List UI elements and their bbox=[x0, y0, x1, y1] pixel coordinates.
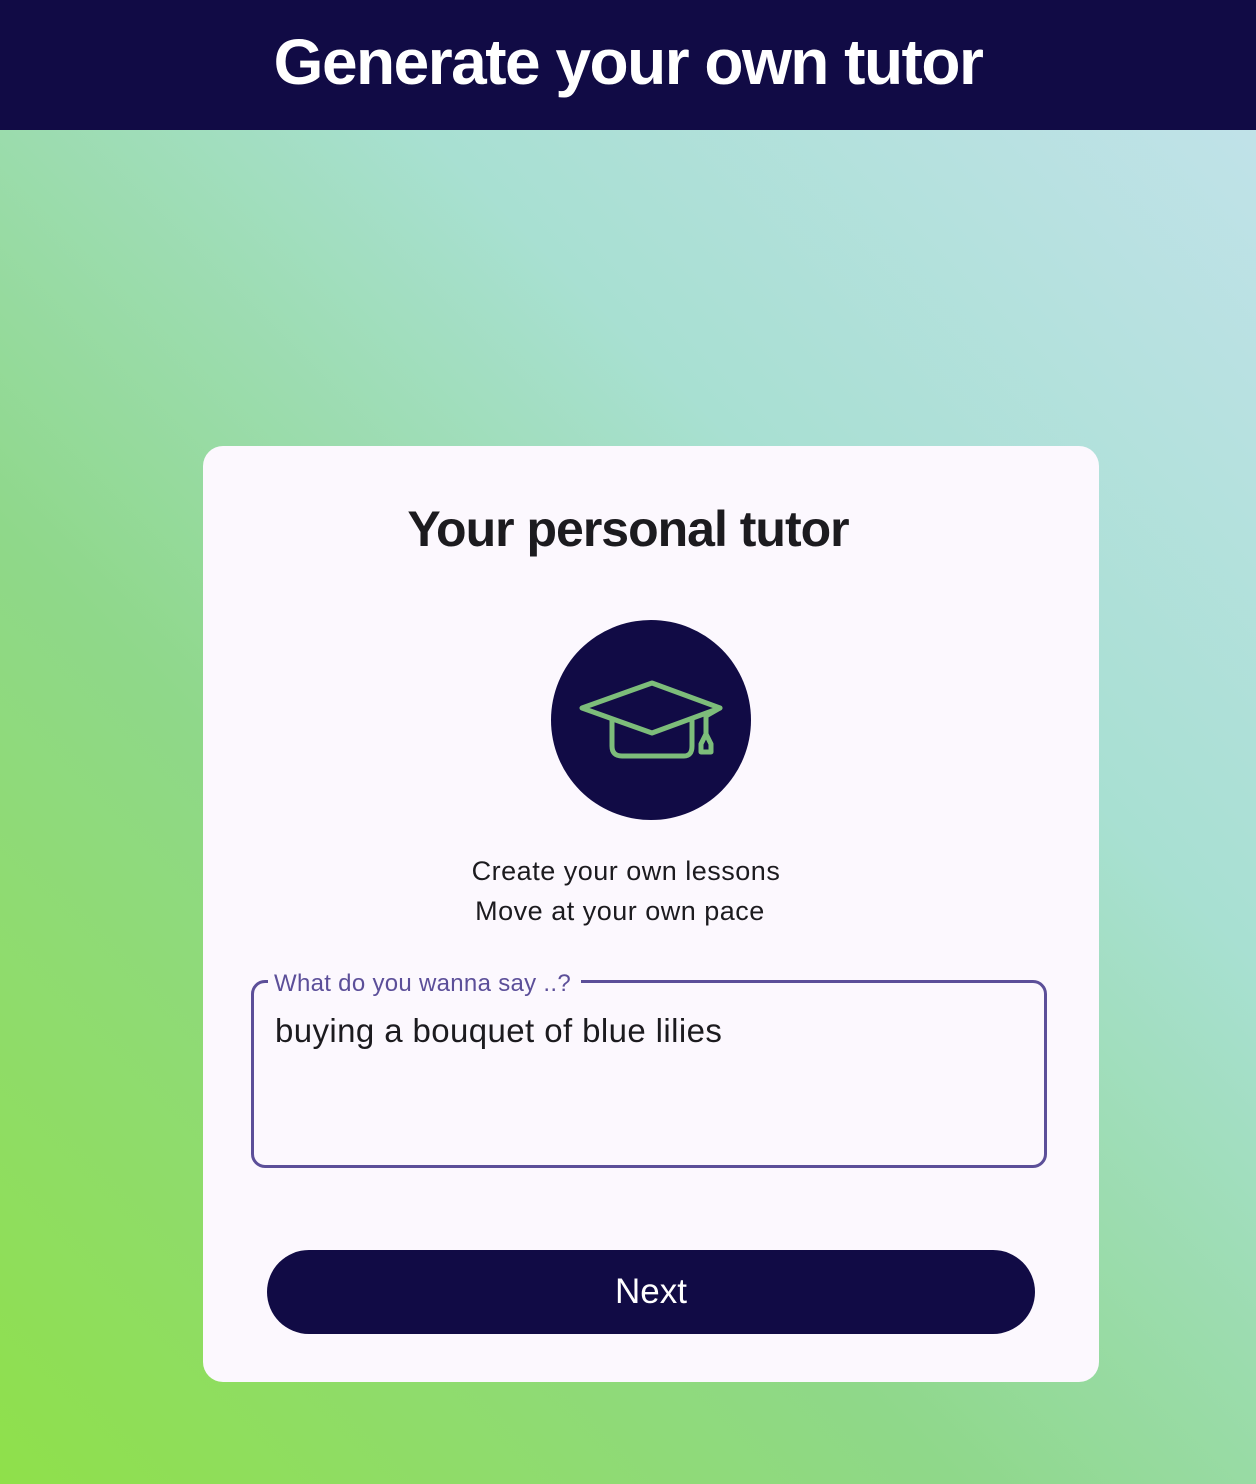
tagline-pace: Move at your own pace bbox=[475, 896, 765, 926]
message-input-label: What do you wanna say ..? bbox=[268, 970, 581, 998]
message-input[interactable] bbox=[251, 980, 1047, 1168]
next-button[interactable]: Next bbox=[267, 1250, 1035, 1334]
page-title: Generate your own tutor bbox=[273, 26, 984, 98]
card-title: Your personal tutor bbox=[407, 501, 849, 557]
graduation-cap-icon bbox=[579, 680, 723, 759]
tutor-avatar bbox=[551, 620, 751, 820]
message-input-value[interactable]: buying a bouquet of blue lilies bbox=[275, 1012, 722, 1050]
tagline-lessons: Create your own lessons bbox=[471, 856, 781, 886]
app-header: Generate your own tutor bbox=[0, 0, 1256, 130]
